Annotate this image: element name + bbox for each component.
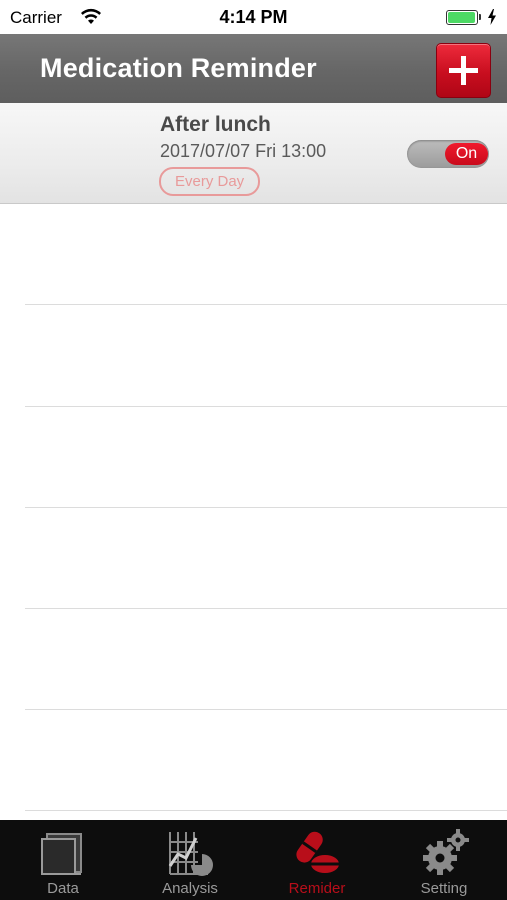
charging-bolt-icon — [487, 9, 497, 30]
reminder-row[interactable]: After lunch 2017/07/07 Fri 13:00 Every D… — [0, 103, 507, 204]
repeat-badge: Every Day — [159, 167, 261, 196]
list-separator — [25, 304, 507, 305]
reminder-datetime: 2017/07/07 Fri 13:00 — [160, 141, 327, 161]
gears-icon — [418, 828, 470, 878]
tab-data[interactable]: Data — [0, 820, 126, 900]
battery-icon — [446, 10, 481, 25]
toggle-on-label: On — [445, 143, 488, 165]
tab-bar: Data Analysis Remider Setting — [0, 820, 507, 900]
tab-analysis[interactable]: Analysis — [127, 820, 253, 900]
tab-setting[interactable]: Setting — [381, 820, 507, 900]
tab-analysis-label: Analysis — [162, 880, 218, 897]
tab-data-label: Data — [47, 880, 79, 897]
status-bar: Carrier 4:14 PM — [0, 0, 507, 34]
tab-reminder-label: Remider — [288, 880, 346, 897]
reminder-toggle[interactable]: On — [407, 140, 489, 168]
page-title: Medication Reminder — [40, 53, 317, 83]
reminder-title: After lunch — [160, 113, 271, 136]
list-separator — [25, 810, 507, 811]
list-separator — [25, 507, 507, 508]
chart-grid-icon — [164, 828, 216, 878]
tab-reminder[interactable]: Remider — [254, 820, 380, 900]
list-separator — [25, 406, 507, 407]
list-separator — [25, 608, 507, 609]
list-separator — [25, 709, 507, 710]
pill-icon — [291, 828, 343, 878]
navigation-header: Medication Reminder — [0, 34, 507, 103]
notebook-icon — [37, 828, 89, 878]
add-reminder-button[interactable] — [436, 43, 491, 98]
status-time: 4:14 PM — [219, 7, 288, 27]
tab-setting-label: Setting — [420, 880, 468, 897]
